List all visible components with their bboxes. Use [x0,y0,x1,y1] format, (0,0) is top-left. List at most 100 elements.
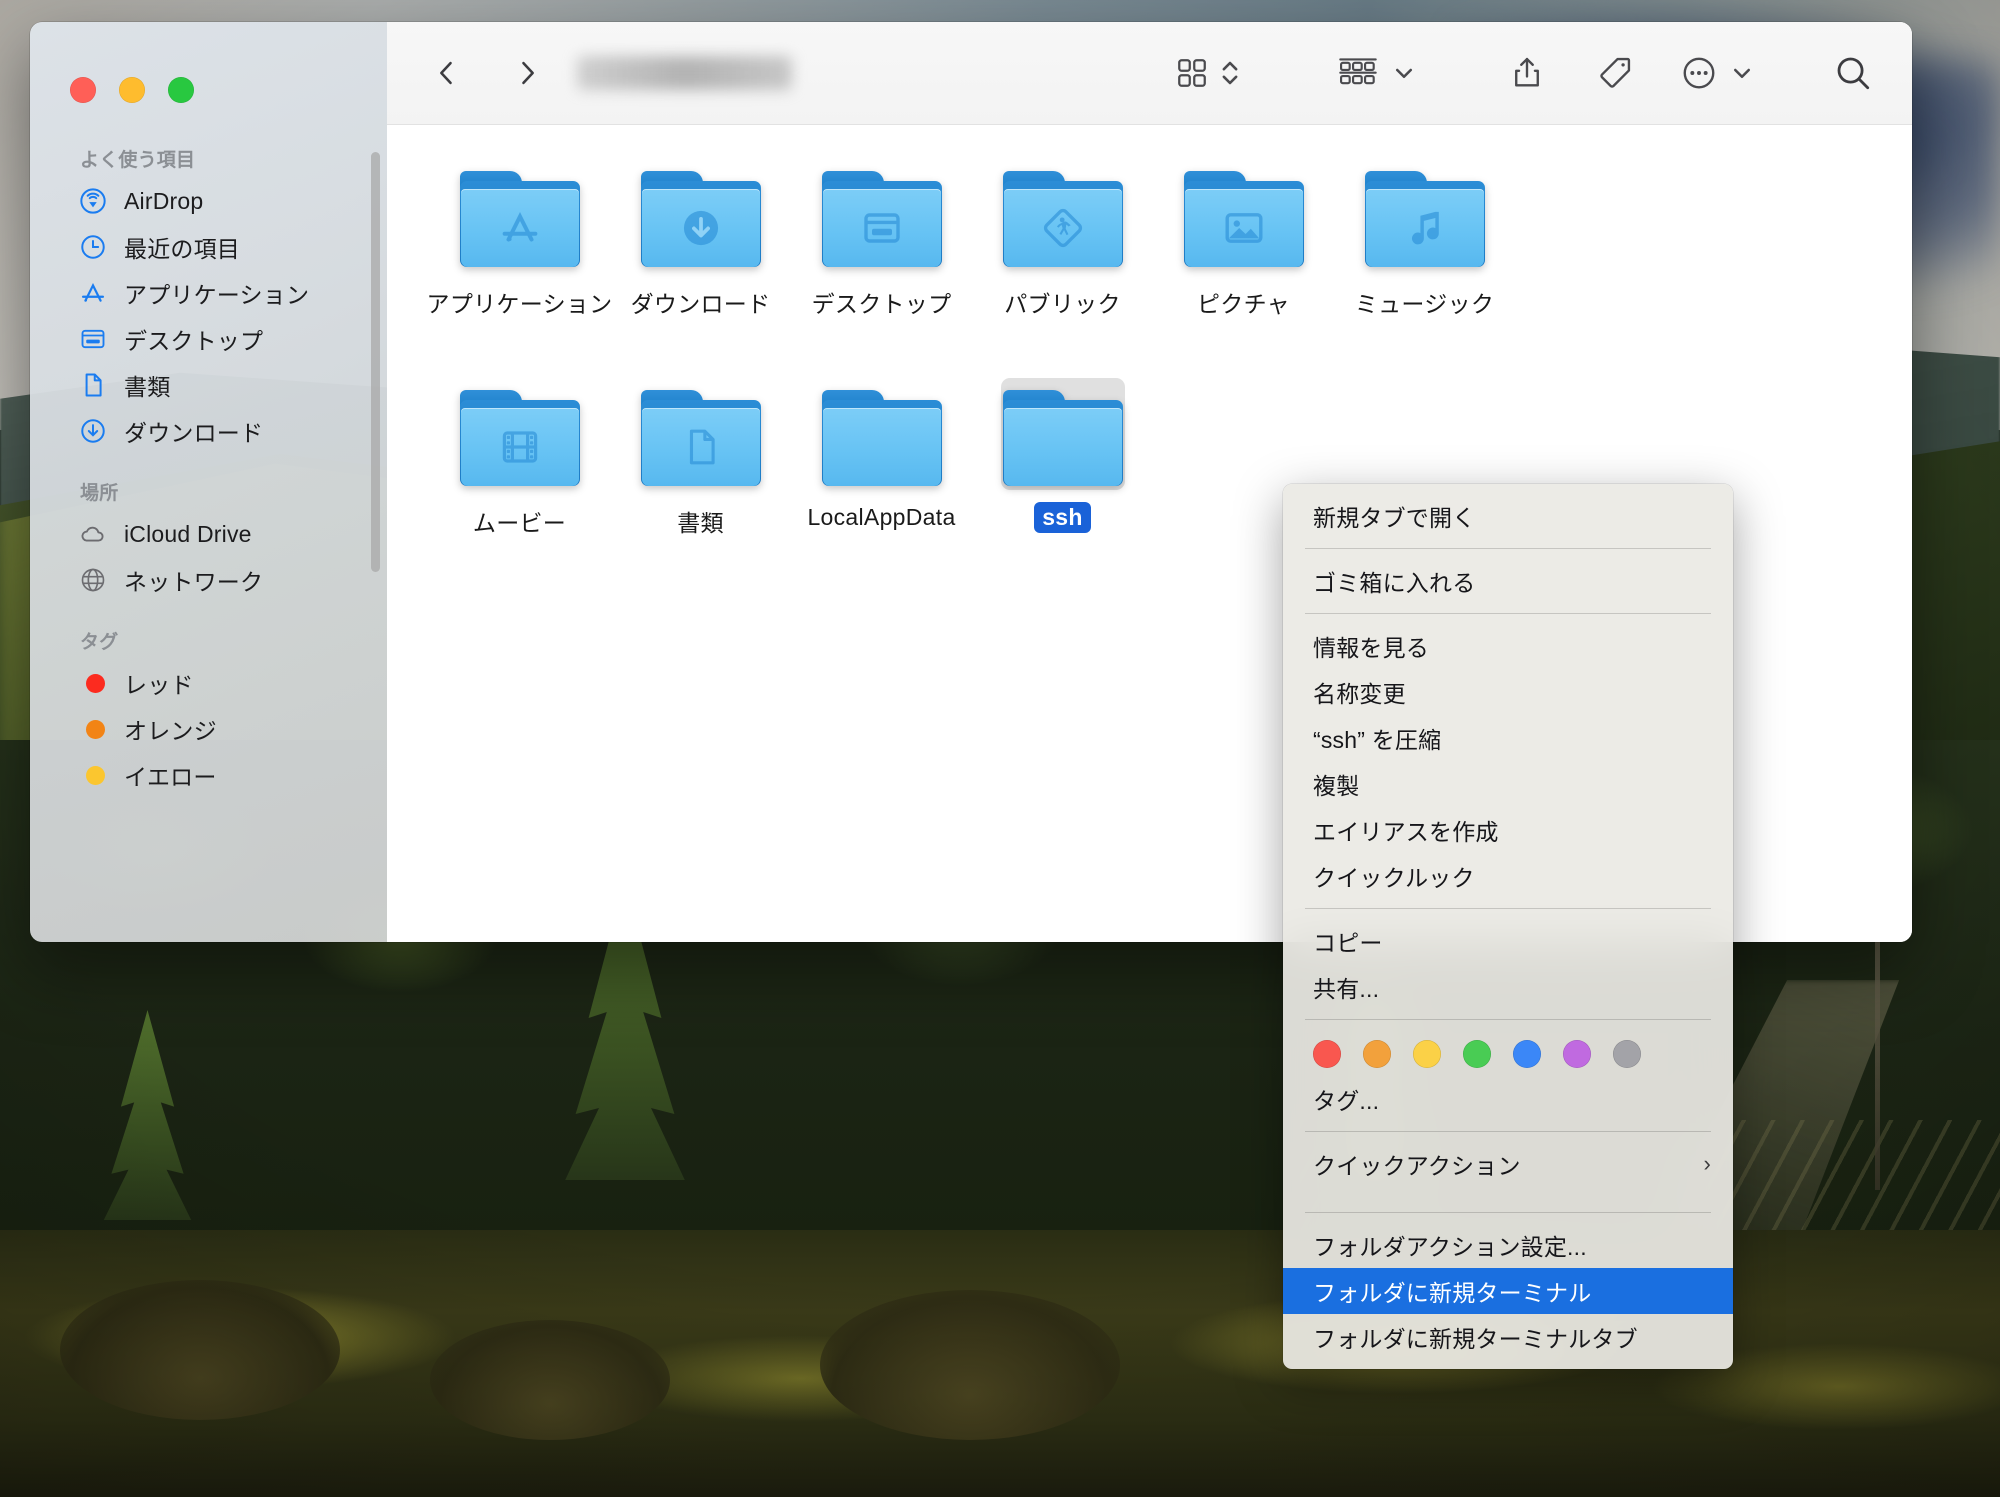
tag-swatch-orange[interactable] [1363,1040,1391,1068]
menu-item-rename[interactable]: 名称変更 [1283,669,1733,715]
tag-color-swatches[interactable] [1283,1029,1733,1076]
file-item-downloads[interactable]: ダウンロード [610,159,791,321]
back-icon[interactable] [419,45,475,101]
sidebar-item-applications[interactable]: アプリケーション [30,270,387,316]
ellipsis-circle-icon[interactable] [1680,54,1718,92]
menu-item-duplicate[interactable]: 複製 [1283,761,1733,807]
chevron-right-icon: › [1703,1151,1711,1176]
desktop-icon [78,324,108,354]
file-item-ssh[interactable]: ssh [972,378,1153,540]
menu-item-tags[interactable]: タグ... [1283,1076,1733,1122]
folder-plain-icon [1000,378,1125,490]
menu-item-folder-action-setup[interactable]: フォルダアクション設定... [1283,1222,1733,1268]
menu-item-label: エイリアスを作成 [1313,819,1499,845]
folder-plain-icon [820,378,944,490]
menu-item-label: フォルダに新規ターミナルタブ [1313,1326,1638,1352]
chevron-down-icon[interactable] [1392,61,1416,85]
sidebar-item-label: イエロー [124,764,217,790]
document-icon [78,370,108,400]
file-item-localappdata[interactable]: LocalAppData [791,378,972,540]
forward-icon[interactable] [499,45,555,101]
tag-swatch-purple[interactable] [1563,1040,1591,1068]
zoom-button[interactable] [168,77,194,103]
folder-pictures-icon [1182,159,1306,271]
menu-item-share[interactable]: 共有... [1283,964,1733,1010]
sidebar-item-desktop[interactable]: デスクトップ [30,316,387,362]
cloud-icon [78,519,108,549]
appstore-icon [78,278,108,308]
file-item-label: ダウンロード [630,291,771,317]
sidebar-item-label: アプリケーション [124,282,310,308]
tag-swatch-yellow[interactable] [1413,1040,1441,1068]
menu-item-label: フォルダアクション設定... [1313,1234,1587,1260]
tag-swatch-green[interactable] [1463,1040,1491,1068]
sidebar-item-tag-yellow[interactable]: イエロー [30,752,387,798]
minimize-button[interactable] [119,77,145,103]
menu-separator [1305,1212,1711,1213]
sidebar-item-label: ネットワーク [124,569,264,595]
more-control[interactable] [1680,54,1754,92]
menu-separator [1305,1131,1711,1132]
sidebar-item-airdrop[interactable]: AirDrop [30,178,387,224]
sidebar-item-recents[interactable]: 最近の項目 [30,224,387,270]
window-title-redacted [577,56,792,90]
sidebar-item-documents[interactable]: 書類 [30,362,387,408]
menu-item-label: タグ... [1313,1088,1380,1114]
file-item-public[interactable]: パブリック [972,159,1153,321]
sidebar-item-downloads[interactable]: ダウンロード [30,408,387,454]
menu-item-quick-actions[interactable]: クイックアクション › [1283,1141,1733,1187]
chevron-down-icon[interactable] [1730,61,1754,85]
context-menu[interactable]: 新規タブで開く ゴミ箱に入れる 情報を見る 名称変更 “ssh” を圧縮 複製 … [1283,484,1733,1369]
file-item-pictures[interactable]: ピクチャ [1153,159,1334,321]
menu-item-label: クイックルック [1313,865,1475,891]
sidebar-item-network[interactable]: ネットワーク [30,557,387,603]
menu-item-quick-look[interactable]: クイックルック [1283,853,1733,899]
menu-item-copy[interactable]: コピー [1283,918,1733,964]
tag-dot-icon [78,668,108,698]
menu-item-label: フォルダに新規ターミナル [1313,1280,1592,1306]
menu-item-make-alias[interactable]: エイリアスを作成 [1283,807,1733,853]
sidebar-item-tag-orange[interactable]: オレンジ [30,706,387,752]
sidebar-scrollbar[interactable] [371,152,380,572]
sidebar-item-label: AirDrop [124,187,204,214]
file-item-music[interactable]: ミュージック [1334,159,1515,321]
file-item-desktop[interactable]: デスクトップ [791,159,972,321]
menu-item-move-to-trash[interactable]: ゴミ箱に入れる [1283,558,1733,604]
menu-item-open-in-new-tab[interactable]: 新規タブで開く [1283,493,1733,539]
file-item-label: ムービー [472,510,567,536]
view-mode-control[interactable] [1174,53,1242,93]
tag-icon[interactable] [1596,54,1634,92]
sidebar-heading-favorites: よく使う項目 [80,150,196,171]
tag-swatch-blue[interactable] [1513,1040,1541,1068]
sidebar-scroll-area: よく使う項目 AirDrop 最近の項目 アプリケーション デスクトップ 書類 … [30,103,387,798]
icon-view-icon[interactable] [1174,55,1210,91]
menu-item-get-info[interactable]: 情報を見る [1283,623,1733,669]
file-item-label: パブリック [1004,291,1121,317]
sidebar-item-label: 書類 [124,374,171,400]
search-icon[interactable] [1832,52,1874,94]
menu-item-label: 名称変更 [1313,681,1406,707]
download-icon [78,416,108,446]
stepper-icon[interactable] [1218,53,1242,93]
sidebar-item-icloud-drive[interactable]: iCloud Drive [30,511,387,557]
sidebar-heading-locations: 場所 [80,483,119,504]
tag-dot-icon [78,714,108,744]
file-item-documents[interactable]: 書類 [610,378,791,540]
group-by-control[interactable] [1338,55,1416,91]
file-item-movies[interactable]: ムービー [429,378,610,540]
share-icon[interactable] [1508,54,1546,92]
menu-item-new-terminal-tab-at-folder[interactable]: フォルダに新規ターミナルタブ [1283,1314,1733,1360]
file-grid-row: アプリケーション ダウンロード デスクトップ パブリック ピクチャ ミュージック [387,159,1912,321]
file-item-label: デスクトップ [811,291,952,317]
sidebar-item-tag-red[interactable]: レッド [30,660,387,706]
sidebar-item-label: デスクトップ [124,328,264,354]
file-item-applications[interactable]: アプリケーション [427,159,612,321]
tag-swatch-red[interactable] [1313,1040,1341,1068]
folder-movies-icon [458,378,582,490]
group-by-icon[interactable] [1338,55,1378,91]
sidebar-item-label: iCloud Drive [124,520,252,547]
menu-item-compress[interactable]: “ssh” を圧縮 [1283,715,1733,761]
close-button[interactable] [70,77,96,103]
tag-swatch-gray[interactable] [1613,1040,1641,1068]
menu-item-new-terminal-at-folder[interactable]: フォルダに新規ターミナル [1283,1268,1733,1314]
